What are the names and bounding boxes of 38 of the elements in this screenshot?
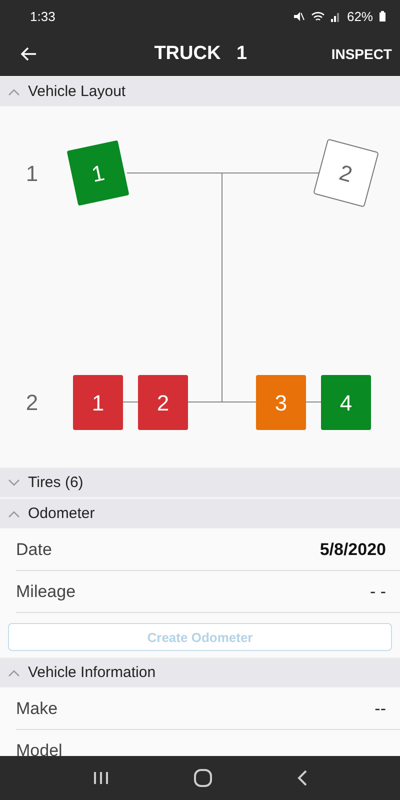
inspect-button[interactable]: INSPECT: [331, 42, 392, 66]
field-label: Make: [16, 698, 58, 718]
section-header[interactable]: Tires (6): [0, 467, 400, 498]
section-title: Vehicle Layout: [28, 83, 126, 100]
field-label: Date: [16, 540, 52, 560]
field-label: Mileage: [16, 582, 76, 602]
tire-marker[interactable]: 1: [66, 140, 130, 206]
tire-marker[interactable]: 3: [256, 375, 306, 430]
chevron-up-icon: [8, 88, 20, 96]
back-nav-icon[interactable]: [296, 769, 308, 787]
battery-icon: [379, 10, 386, 22]
home-icon[interactable]: [192, 768, 213, 788]
section-title: Odometer: [28, 505, 95, 522]
field-value: --: [374, 698, 386, 718]
field-value: - -: [370, 582, 386, 602]
signal-icon: [330, 10, 341, 22]
tire-marker[interactable]: 4: [321, 375, 371, 430]
field-value: 5/8/2020: [320, 540, 386, 560]
mute-icon: [292, 10, 305, 22]
field-label: Model: [16, 740, 62, 756]
chevron-up-icon: [8, 510, 20, 518]
status-time: 1:33: [30, 8, 56, 24]
section-header[interactable]: Vehicle Layout: [0, 76, 400, 107]
section-header[interactable]: Odometer: [0, 498, 400, 529]
chevron-down-icon: [8, 478, 20, 486]
recent-apps-icon[interactable]: [92, 770, 110, 786]
chevron-up-icon: [8, 668, 20, 676]
tire-marker[interactable]: 2: [313, 138, 379, 208]
section-header[interactable]: Vehicle Information: [0, 657, 400, 688]
battery-level: 62%: [346, 8, 373, 24]
tire-marker[interactable]: 1: [73, 375, 123, 430]
axle-label: 2: [26, 390, 38, 415]
tire-marker[interactable]: 2: [138, 375, 188, 430]
wifi-icon: [310, 10, 325, 22]
axle-label: 1: [26, 161, 38, 186]
section-title: Tires (6): [28, 474, 84, 491]
page-title: TRUCK 1: [153, 43, 248, 65]
section-title: Vehicle Information: [28, 664, 156, 681]
